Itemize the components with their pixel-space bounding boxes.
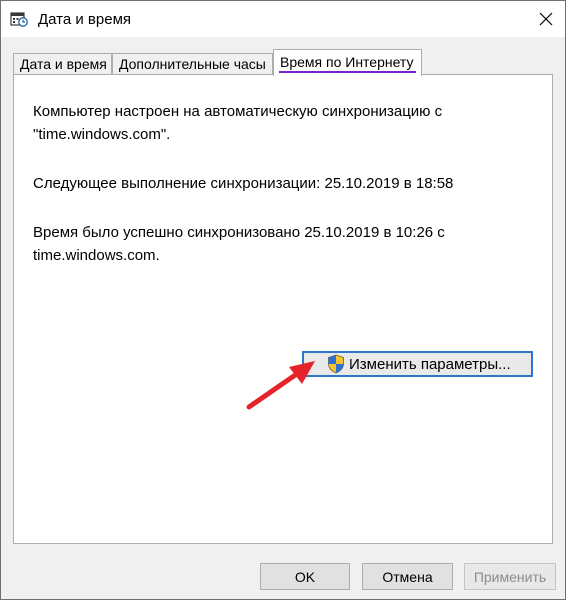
next-sync-text: Следующее выполнение синхронизации: 25.1… bbox=[33, 175, 454, 192]
annotation-arrow bbox=[246, 361, 315, 410]
tab-additional-clocks[interactable]: Дополнительные часы bbox=[112, 53, 273, 75]
sync-config-text: Компьютер настроен на автоматическую син… bbox=[33, 103, 443, 120]
date-time-dialog: Дата и время Дата и время Дополнительные… bbox=[0, 0, 566, 600]
close-icon bbox=[539, 12, 553, 26]
change-settings-button[interactable]: Изменить параметры... bbox=[302, 351, 533, 377]
ok-button[interactable]: OK bbox=[260, 563, 350, 590]
tab-date-time[interactable]: Дата и время bbox=[13, 53, 112, 75]
cancel-button[interactable]: Отмена bbox=[362, 563, 453, 590]
tab-label: Дата и время bbox=[20, 56, 107, 72]
title-bar: Дата и время bbox=[1, 1, 565, 37]
window-title: Дата и время bbox=[38, 11, 132, 28]
sync-server-text: "time.windows.com". bbox=[33, 126, 171, 143]
apply-button[interactable]: Применить bbox=[464, 563, 556, 590]
tab-highlight-underline bbox=[279, 71, 416, 73]
cancel-label: Отмена bbox=[382, 568, 433, 585]
uac-shield-icon bbox=[328, 354, 344, 374]
last-sync-text: Время было успешно синхронизовано 25.10.… bbox=[33, 224, 445, 241]
last-sync-server-text: time.windows.com. bbox=[33, 247, 160, 264]
clock-calendar-icon bbox=[10, 12, 28, 27]
tab-internet-time[interactable]: Время по Интернету bbox=[273, 49, 422, 76]
apply-label: Применить bbox=[473, 568, 547, 585]
close-button[interactable] bbox=[531, 5, 561, 33]
ok-label: OK bbox=[294, 568, 316, 585]
internet-time-panel: Компьютер настроен на автоматическую син… bbox=[13, 74, 553, 544]
tab-label: Время по Интернету bbox=[280, 54, 414, 70]
tab-label: Дополнительные часы bbox=[119, 56, 266, 72]
change-settings-label: Изменить параметры... bbox=[349, 355, 511, 373]
